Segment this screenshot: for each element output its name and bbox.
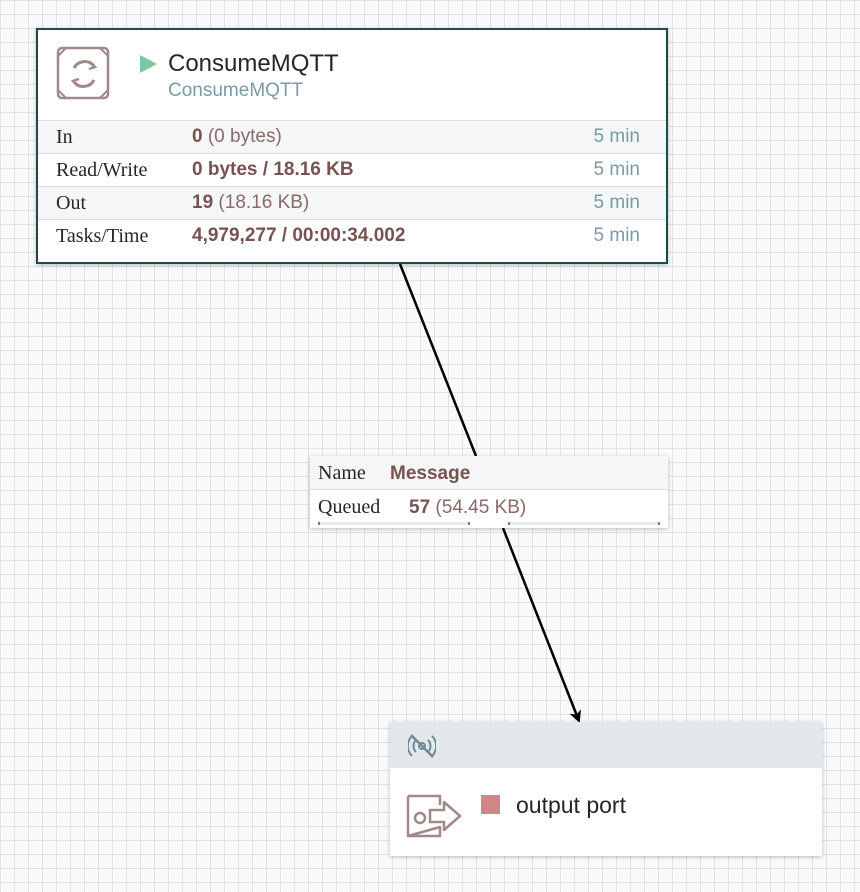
- stat-row-out: Out 19 (18.16 KB) 5 min: [38, 186, 666, 219]
- connection-queued-row: Queued 57 (54.45 KB): [310, 490, 668, 524]
- stat-value: 4,979,277 / 00:00:34.002: [192, 225, 405, 247]
- backpressure-object-bar: [318, 522, 470, 525]
- connection-name-value: Message: [390, 463, 471, 484]
- stat-value: 0 bytes / 18.16 KB: [192, 159, 354, 181]
- backpressure-indicators: [318, 522, 660, 526]
- processor-type: ConsumeMQTT: [168, 80, 304, 101]
- stat-primary: 0: [192, 126, 203, 147]
- stat-value: 0 (0 bytes): [192, 126, 282, 148]
- stat-value: 19 (18.16 KB): [192, 192, 309, 214]
- play-icon: [138, 54, 158, 74]
- stat-row-read-write: Read/Write 0 bytes / 18.16 KB 5 min: [38, 153, 666, 186]
- connection-label[interactable]: Name Message Queued 57 (54.45 KB): [310, 456, 668, 528]
- transmission-disabled-icon: [406, 732, 438, 760]
- output-port-icon: [406, 792, 464, 840]
- queued-count: 57: [409, 497, 431, 518]
- output-port-name: output port: [516, 792, 626, 818]
- stat-primary: 4,979,277 / 00:00:34.002: [192, 225, 406, 246]
- output-port[interactable]: output port: [390, 722, 822, 856]
- connection-path-upper[interactable]: [398, 263, 478, 457]
- flow-canvas[interactable]: ConsumeMQTT ConsumeMQTT In 0 (0 bytes) 5…: [0, 0, 860, 892]
- connection-queued-key: Queued: [318, 496, 381, 518]
- backpressure-size-bar: [508, 522, 660, 525]
- output-port-header: [390, 722, 822, 768]
- stat-row-tasks-time: Tasks/Time 4,979,277 / 00:00:34.002 5 mi…: [38, 219, 666, 252]
- connection-queued-value: 57 (54.45 KB): [409, 497, 526, 519]
- stat-time: 5 min: [593, 225, 640, 246]
- stat-label: Out: [56, 192, 86, 214]
- stat-time: 5 min: [593, 126, 640, 147]
- processor-consumemqtt[interactable]: ConsumeMQTT ConsumeMQTT In 0 (0 bytes) 5…: [36, 28, 668, 264]
- connection-name-key: Name: [318, 462, 366, 484]
- processor-icon: [56, 46, 112, 102]
- processor-name: ConsumeMQTT: [168, 50, 339, 77]
- connection-path-lower[interactable]: [501, 527, 581, 723]
- stat-secondary: (18.16 KB): [218, 192, 310, 213]
- stat-row-in: In 0 (0 bytes) 5 min: [38, 120, 666, 153]
- stat-primary: 19: [192, 192, 214, 213]
- queued-size: (54.45 KB): [435, 497, 527, 518]
- processor-stats: In 0 (0 bytes) 5 min Read/Write 0 bytes …: [38, 120, 666, 252]
- stat-secondary: (0 bytes): [207, 126, 282, 147]
- stat-primary: 0 bytes / 18.16 KB: [192, 159, 354, 180]
- stat-label: Tasks/Time: [56, 225, 149, 247]
- stat-label: Read/Write: [56, 159, 148, 181]
- stat-time: 5 min: [593, 192, 640, 213]
- stat-time: 5 min: [593, 159, 640, 180]
- stopped-icon: [481, 795, 500, 814]
- connection-name-row: Name Message: [310, 456, 668, 490]
- stat-label: In: [56, 126, 73, 148]
